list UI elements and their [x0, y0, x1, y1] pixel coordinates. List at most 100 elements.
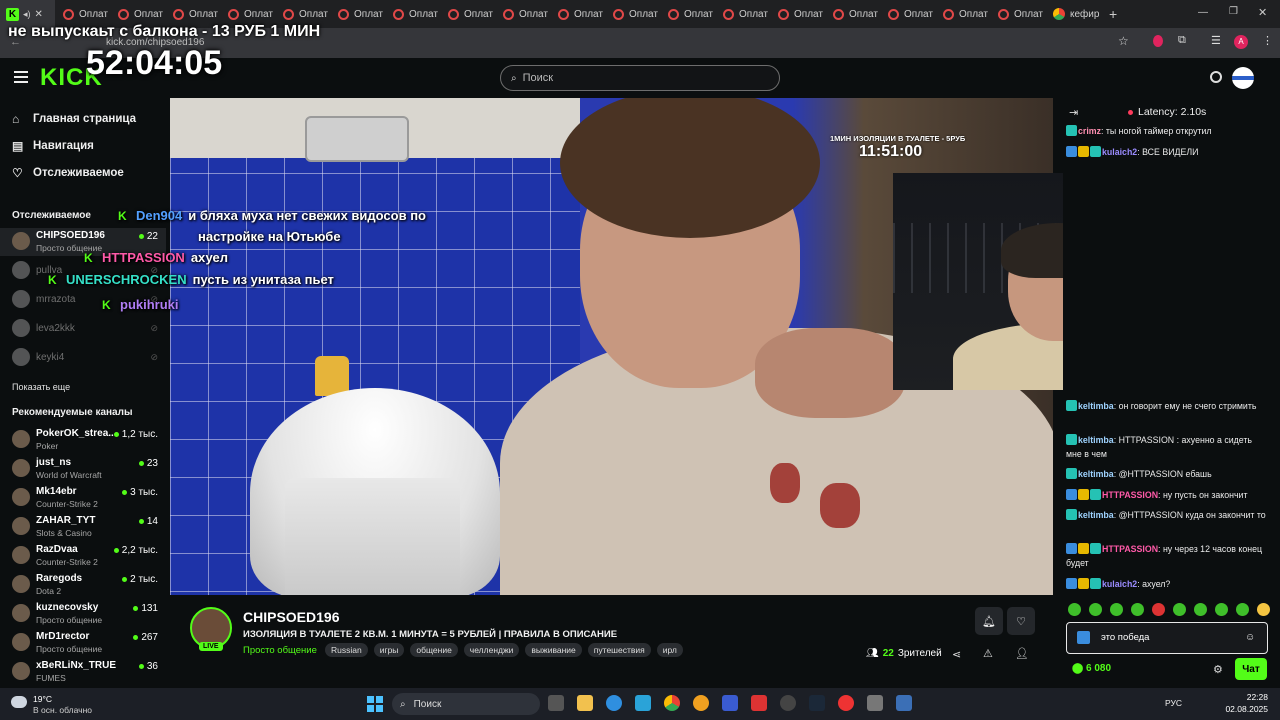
- chat-username[interactable]: crimz: [1078, 126, 1101, 136]
- notifications-icon[interactable]: [1210, 71, 1222, 83]
- settings-icon[interactable]: [867, 695, 883, 711]
- channel-item[interactable]: Mk14ebr Counter-Strike 2 3 тыс.: [0, 484, 166, 512]
- tab-item[interactable]: Оплат: [990, 0, 1045, 28]
- app-icon[interactable]: [722, 695, 738, 711]
- show-more-link[interactable]: Показать еще: [12, 382, 70, 392]
- tab-item[interactable]: Оплат: [770, 0, 825, 28]
- nav-browse[interactable]: ▤ Навигация: [12, 140, 94, 152]
- report-icon[interactable]: ⚠: [983, 647, 993, 660]
- user-avatar[interactable]: [1232, 67, 1254, 89]
- app-icon[interactable]: [693, 695, 709, 711]
- channel-item[interactable]: Raregods Dota 2 2 тыс.: [0, 571, 166, 599]
- follow-button[interactable]: ♡: [1007, 607, 1035, 635]
- puzzle-icon[interactable]: ⧉: [1178, 34, 1186, 47]
- chat-username[interactable]: HTTPASSION: [1102, 544, 1158, 554]
- emote-icon[interactable]: [1236, 603, 1249, 616]
- emote-icon[interactable]: [1194, 603, 1207, 616]
- weather-temp[interactable]: 19°C: [33, 694, 52, 704]
- stream-tag[interactable]: общение: [410, 643, 458, 657]
- chat-username[interactable]: keltimba: [1078, 401, 1114, 411]
- notify-button[interactable]: 🔔︎: [975, 607, 1003, 635]
- chat-username[interactable]: keltimba: [1078, 510, 1114, 520]
- reading-list-icon[interactable]: ☰: [1211, 34, 1221, 47]
- emote-icon[interactable]: [1152, 603, 1165, 616]
- tab-item[interactable]: Оплат: [660, 0, 715, 28]
- tab-item[interactable]: Оплат: [385, 0, 440, 28]
- tab-item[interactable]: Оплат: [550, 0, 605, 28]
- stream-tag[interactable]: игры: [373, 643, 405, 657]
- emote-icon[interactable]: [1131, 603, 1144, 616]
- send-chat-button[interactable]: Чат: [1235, 658, 1267, 680]
- steam-icon[interactable]: [809, 695, 825, 711]
- tab-item[interactable]: Оплат: [825, 0, 880, 28]
- weather-desc[interactable]: В осн. облачно: [33, 705, 92, 715]
- share-icon[interactable]: ⋖: [952, 648, 961, 661]
- taskbar-search[interactable]: ⌕ Поиск: [392, 693, 540, 715]
- emote-icon[interactable]: [1068, 603, 1081, 616]
- file-explorer-icon[interactable]: [577, 695, 593, 711]
- gear-icon[interactable]: ⚙: [1213, 663, 1223, 676]
- stream-tag[interactable]: ирл: [656, 643, 683, 657]
- streamer-name[interactable]: CHIPSOED196: [243, 609, 339, 625]
- stream-tag[interactable]: челленджи: [463, 643, 520, 657]
- profile-avatar[interactable]: A: [1234, 35, 1248, 49]
- extension-icon[interactable]: [1153, 35, 1163, 47]
- window-close-button[interactable]: ✕: [1258, 6, 1267, 19]
- window-restore-button[interactable]: ❐: [1229, 6, 1238, 17]
- channel-item[interactable]: kuznecovsky Просто общение 131: [0, 600, 166, 628]
- yandex-icon[interactable]: [838, 695, 854, 711]
- menu-icon[interactable]: [14, 71, 28, 83]
- chat-username[interactable]: keltimba: [1078, 469, 1114, 479]
- stream-tag[interactable]: путешествия: [587, 643, 651, 657]
- chat-input[interactable]: [1066, 622, 1268, 654]
- windows-start-button[interactable]: [367, 696, 383, 712]
- channel-points[interactable]: ⬤ 6 080: [1072, 663, 1111, 674]
- tab-item[interactable]: Оплат: [605, 0, 660, 28]
- nav-following[interactable]: ♡ Отслеживаемое: [12, 167, 124, 179]
- emote-icon[interactable]: [1215, 603, 1228, 616]
- window-minimize-button[interactable]: —: [1198, 7, 1208, 18]
- channel-item[interactable]: MrD1rector Просто общение 267: [0, 629, 166, 657]
- channel-item[interactable]: xBeRLiNx_TRUE FUMES 36: [0, 658, 166, 686]
- chat-input-value[interactable]: это победа: [1101, 632, 1149, 643]
- collapse-chat-icon[interactable]: ⇥: [1069, 106, 1078, 119]
- bookmark-star-icon[interactable]: ☆: [1118, 34, 1129, 48]
- emote-icon[interactable]: [1173, 603, 1186, 616]
- browser-menu-icon[interactable]: ⋮: [1262, 34, 1273, 47]
- emote-icon[interactable]: [1257, 603, 1270, 616]
- clock-time[interactable]: 22:28: [1230, 692, 1268, 702]
- language-indicator[interactable]: РУС: [1165, 698, 1182, 708]
- channel-item[interactable]: just_ns World of Warcraft 23: [0, 455, 166, 483]
- nav-home[interactable]: ⌂ Главная страница: [12, 113, 136, 125]
- stream-tag[interactable]: выживание: [525, 643, 582, 657]
- emote-icon[interactable]: [1089, 603, 1102, 616]
- emoji-icon[interactable]: ☺: [1245, 632, 1255, 643]
- channel-item[interactable]: leva2kkk ⊘: [0, 315, 166, 343]
- channel-item[interactable]: ZAHAR_TYT Slots & Casino 14: [0, 513, 166, 541]
- tab-item[interactable]: Оплат: [495, 0, 550, 28]
- chat-username[interactable]: kulaich2: [1102, 579, 1137, 589]
- channel-item[interactable]: PokerOK_strea... Poker 1,2 тыс.: [0, 426, 166, 454]
- telegram-icon[interactable]: [635, 695, 651, 711]
- chrome-icon[interactable]: [664, 695, 680, 711]
- chat-username[interactable]: keltimba: [1078, 435, 1114, 445]
- close-tab-icon[interactable]: ✕: [35, 9, 43, 20]
- channel-item[interactable]: RazDvaa Counter-Strike 2 2,2 тыс.: [0, 542, 166, 570]
- channel-item[interactable]: keyki4 ⊘: [0, 344, 166, 372]
- clock-date[interactable]: 02.08.2025: [1220, 704, 1268, 714]
- tab-item[interactable]: Оплат: [935, 0, 990, 28]
- search-input[interactable]: ⌕ Поиск: [500, 65, 780, 91]
- mute-icon[interactable]: ◂): [23, 9, 31, 20]
- chat-username[interactable]: HTTPASSION: [1102, 490, 1158, 500]
- task-view-icon[interactable]: [548, 695, 564, 711]
- app-icon[interactable]: [751, 695, 767, 711]
- tab-item[interactable]: Оплат: [880, 0, 935, 28]
- edge-icon[interactable]: [606, 695, 622, 711]
- calculator-icon[interactable]: [896, 695, 912, 711]
- add-user-icon[interactable]: 👤︎: [1015, 647, 1029, 660]
- new-tab-button[interactable]: +: [1109, 6, 1117, 22]
- tab-item[interactable]: Оплат: [440, 0, 495, 28]
- weather-icon[interactable]: [11, 696, 27, 708]
- emote-icon[interactable]: [1110, 603, 1123, 616]
- chat-username[interactable]: kulaich2: [1102, 147, 1137, 157]
